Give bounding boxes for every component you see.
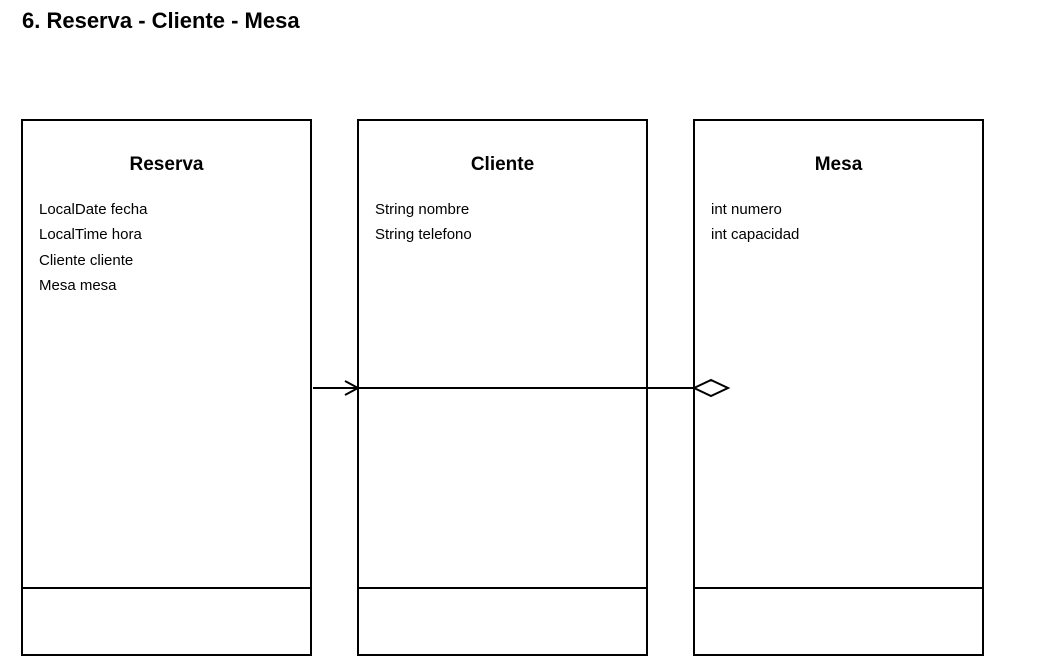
attribute-item: Cliente cliente [39, 251, 134, 269]
attribute-item: LocalTime hora [39, 226, 142, 244]
class-name-mesa: Mesa [814, 154, 863, 175]
attribute-item: String telefono [375, 226, 472, 244]
attribute-item: int capacidad [711, 226, 800, 244]
class-name-cliente: Cliente [470, 154, 535, 175]
attribute-list-mesa: int numero int capacidad [711, 197, 799, 248]
methods-compartment-cliente [359, 587, 646, 654]
class-box-reserva: Reserva LocalDate fecha LocalTime hora C… [21, 119, 312, 656]
attribute-item: LocalDate fecha [39, 201, 148, 218]
attribute-item: int numero [711, 201, 782, 218]
class-name-reserva: Reserva [129, 154, 204, 175]
attribute-list-reserva: LocalDate fecha LocalTime hora Cliente c… [39, 197, 147, 298]
methods-compartment-mesa [695, 587, 982, 654]
attribute-item: String nombre [375, 201, 470, 218]
class-box-mesa: Mesa int numero int capacidad [693, 119, 984, 656]
diagram-title: 6. Reserva - Cliente - Mesa [22, 8, 300, 33]
class-box-cliente: Cliente String nombre String telefono [357, 119, 648, 656]
methods-compartment-reserva [23, 587, 310, 654]
attribute-list-cliente: String nombre String telefono [375, 197, 472, 248]
attribute-item: Mesa mesa [39, 276, 117, 294]
